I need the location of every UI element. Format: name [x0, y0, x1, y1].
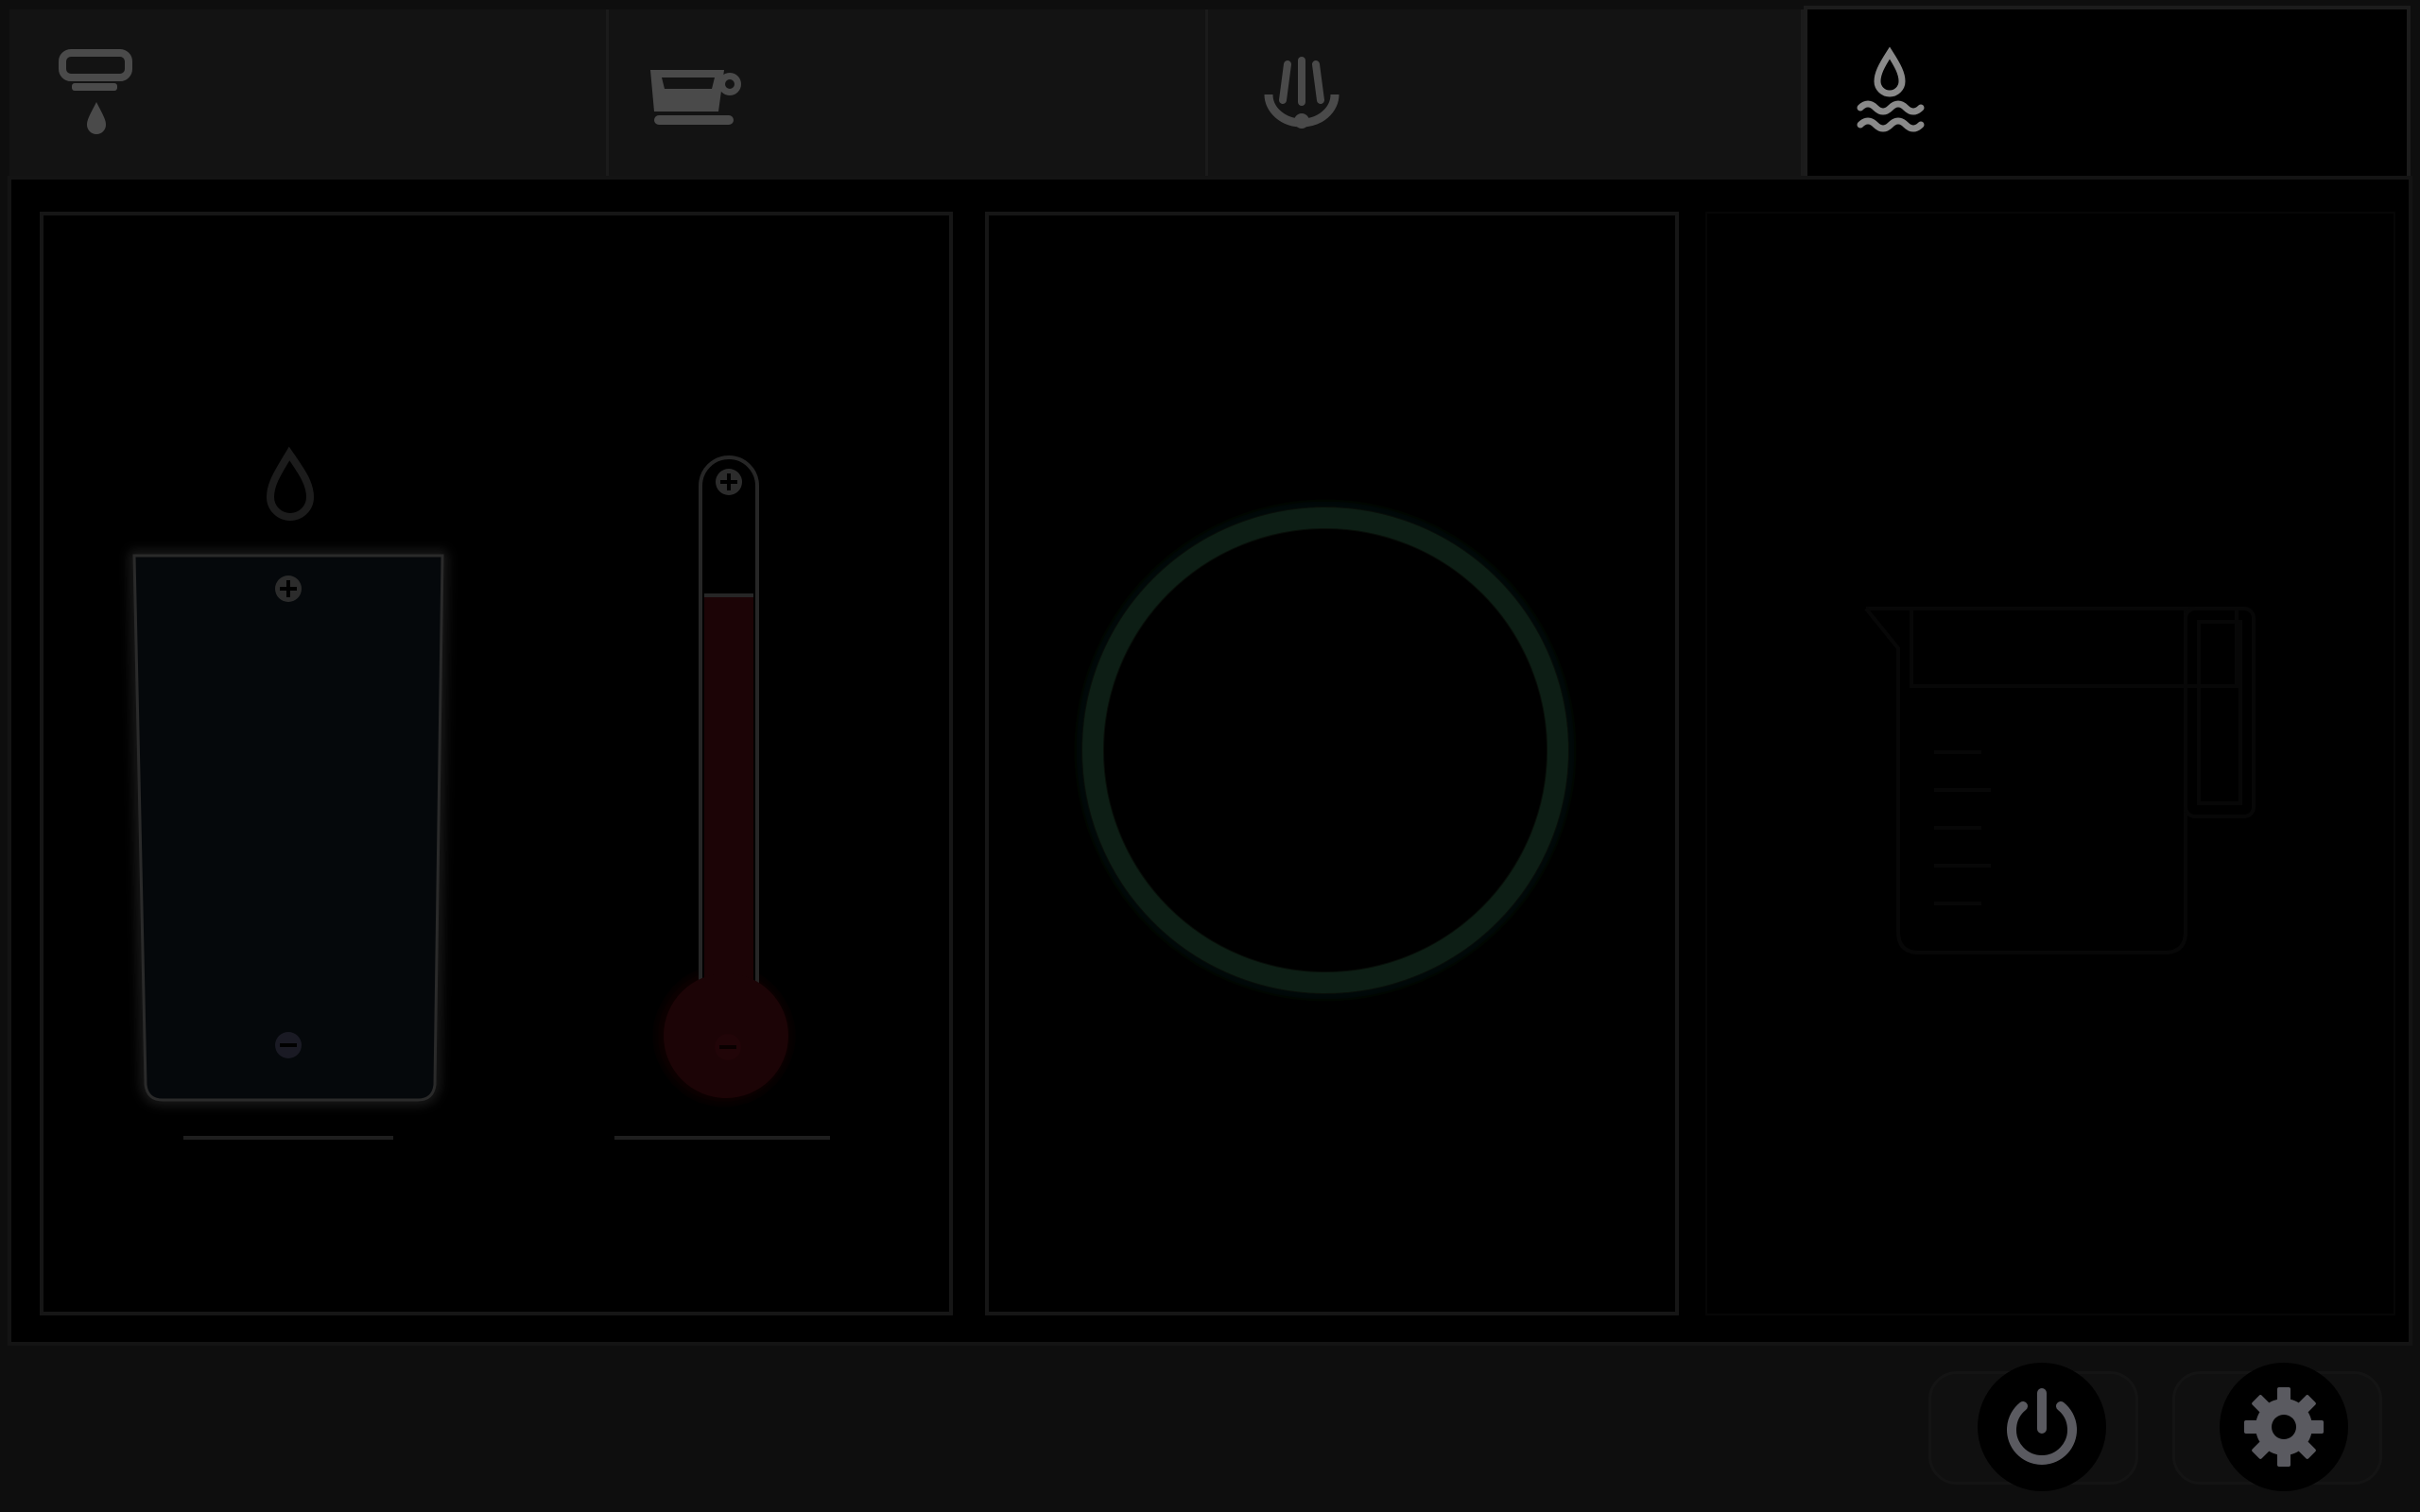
steam-wand-icon: [1264, 57, 1340, 129]
volume-cup[interactable]: [129, 551, 448, 1105]
main-content: [8, 176, 2412, 1346]
temperature-increase-button[interactable]: [716, 469, 742, 495]
tab-hot-water[interactable]: [1804, 6, 2411, 178]
hot-water-icon: [1857, 46, 1925, 132]
tab-steam[interactable]: [1208, 9, 1804, 176]
tab-bar: [9, 6, 2411, 178]
start-ring-canvas: [1081, 507, 1569, 994]
power-button[interactable]: [1978, 1363, 2106, 1491]
drip-dispense-icon: [59, 49, 132, 134]
volume-decrease-button[interactable]: [275, 1032, 302, 1058]
thermometer-icon[interactable]: [658, 455, 790, 1102]
volume-increase-button[interactable]: [275, 576, 302, 602]
controls-canvas: [129, 446, 830, 1140]
power-icon: [2007, 1388, 2077, 1465]
temperature-decrease-button[interactable]: [715, 1034, 741, 1060]
pitcher-canvas: [1864, 607, 2256, 954]
volume-temperature-panel: [40, 212, 953, 1315]
gear-icon: [2244, 1387, 2324, 1467]
tab-dispense[interactable]: [9, 9, 609, 176]
footer-bar: [0, 1346, 2420, 1512]
app-root: [0, 0, 2420, 1512]
measuring-pitcher-icon[interactable]: [1864, 607, 2256, 954]
start-panel: [985, 212, 1679, 1315]
start-ring-icon[interactable]: [1081, 507, 1569, 994]
water-drop-icon: [266, 446, 315, 521]
tab-coffee[interactable]: [609, 9, 1208, 176]
coffee-cup-icon: [650, 70, 741, 125]
pitcher-panel: [1705, 212, 2395, 1315]
settings-button[interactable]: [2220, 1363, 2348, 1491]
